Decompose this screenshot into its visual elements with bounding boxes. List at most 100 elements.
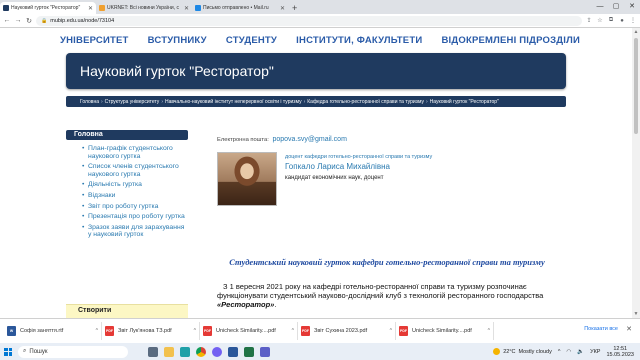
page-title: Науковий гурток "Ресторатор" bbox=[80, 63, 274, 79]
sidebar-item-members[interactable]: Список членів студентського наукового гу… bbox=[82, 163, 188, 178]
breadcrumb-separator: › bbox=[425, 98, 428, 105]
teams-icon[interactable] bbox=[260, 346, 270, 357]
nav-link-applicant[interactable]: ВСТУПНИКУ bbox=[148, 35, 207, 46]
minimize-button[interactable]: — bbox=[592, 0, 608, 12]
tab-title: Письмо отправлено • Mail.ru bbox=[203, 5, 269, 11]
page-scrollbar[interactable]: ▲ ▼ bbox=[632, 28, 640, 318]
close-window-button[interactable]: ✕ bbox=[624, 0, 640, 12]
tray-chevron-icon[interactable]: ^ bbox=[558, 349, 561, 355]
club-heading: Студентський науковий гурток кафедри гот… bbox=[229, 257, 545, 267]
email-line: Електронна пошта: popova.svy@gmail.com bbox=[217, 136, 557, 143]
url-bar[interactable]: 🔒 mubip.edu.ua/node/73104 bbox=[36, 15, 582, 26]
chrome-browser-icon[interactable] bbox=[196, 346, 206, 357]
back-arrow-icon[interactable]: ← bbox=[3, 17, 11, 24]
tab-close-icon[interactable]: ✕ bbox=[184, 5, 189, 12]
word-icon[interactable] bbox=[228, 346, 238, 357]
forward-arrow-icon[interactable]: → bbox=[14, 17, 22, 24]
wifi-icon[interactable]: ◠ bbox=[566, 349, 571, 355]
sidebar-item-awards[interactable]: Відзнаки bbox=[82, 192, 188, 200]
chevron-up-icon[interactable]: ^ bbox=[390, 328, 392, 334]
profile-icon[interactable]: ● bbox=[618, 18, 626, 24]
download-item[interactable]: PDF Звіт Сухина 2023.pdf ^ bbox=[298, 322, 396, 340]
taskbar-search-placeholder: Пошук bbox=[29, 348, 48, 355]
reload-icon[interactable]: ↻ bbox=[25, 17, 33, 25]
breadcrumb-separator: › bbox=[161, 98, 163, 105]
sidebar-item-presentation[interactable]: Презентація про роботу гуртка bbox=[82, 213, 188, 221]
download-item[interactable]: PDF Unicheck Similarity....pdf ^ bbox=[200, 322, 298, 340]
chevron-up-icon[interactable]: ^ bbox=[292, 328, 294, 334]
volume-icon[interactable]: 🔈 bbox=[577, 349, 584, 355]
intro-text-end: . bbox=[274, 300, 277, 309]
breadcrumb: Головна › Структура університету › Навча… bbox=[66, 96, 566, 107]
email-label: Електронна пошта: bbox=[217, 137, 269, 143]
download-filename: Звіт Лук'янова ТЗ.pdf bbox=[118, 328, 172, 334]
nav-link-institutes[interactable]: ІНСТИТУТИ, ФАКУЛЬТЕТИ bbox=[296, 35, 422, 46]
downloads-bar: W Софія заняття.rtf ^ PDF Звіт Лук'янова… bbox=[0, 318, 640, 343]
browser-tab[interactable]: Науковий гурток "Ресторатор" ✕ bbox=[0, 2, 96, 14]
chevron-up-icon[interactable]: ^ bbox=[194, 328, 196, 334]
breadcrumb-link[interactable]: Структура університету bbox=[105, 99, 160, 105]
nav-link-student[interactable]: СТУДЕНТУ bbox=[226, 35, 277, 46]
nav-link-branches[interactable]: ВІДОКРЕМЛЕНІ ПІДРОЗДІЛИ bbox=[442, 35, 580, 46]
weather-widget[interactable]: 22°C Mostly cloudy bbox=[493, 348, 552, 355]
breadcrumb-link[interactable]: Навчально-науковий інститут неперервної … bbox=[165, 99, 302, 105]
site-favicon-icon bbox=[3, 5, 9, 11]
new-tab-button[interactable]: + bbox=[288, 2, 301, 14]
taskbar-search[interactable]: ⌕ Пошук bbox=[18, 345, 128, 358]
nav-link-university[interactable]: УНІВЕРСИТЕТ bbox=[60, 35, 129, 46]
download-item[interactable]: PDF Звіт Лук'янова ТЗ.pdf ^ bbox=[102, 322, 200, 340]
breadcrumb-link[interactable]: Головна bbox=[80, 99, 99, 105]
browser-tab[interactable]: UKRNET: Всі новини України, с ✕ bbox=[96, 2, 192, 14]
extensions-icon[interactable]: ⧉ bbox=[607, 17, 615, 24]
start-button[interactable] bbox=[0, 343, 16, 360]
viber-icon[interactable] bbox=[212, 346, 222, 357]
breadcrumb-link[interactable]: Кафедра готельно-ресторанної справи та т… bbox=[307, 99, 424, 105]
task-view-icon[interactable] bbox=[148, 346, 158, 357]
supervisor-name: Гопкало Лариса Михайлівна bbox=[285, 162, 390, 171]
download-item[interactable]: PDF Unicheck Similarity....pdf ^ bbox=[396, 322, 494, 340]
close-downloads-icon[interactable]: ✕ bbox=[626, 325, 632, 333]
clock-date: 15.05.2023 bbox=[606, 351, 634, 358]
browser-tab[interactable]: Письмо отправлено • Mail.ru ✕ bbox=[192, 2, 288, 14]
pdf-file-icon: PDF bbox=[105, 326, 114, 336]
tab-close-icon[interactable]: ✕ bbox=[280, 5, 285, 12]
create-block[interactable]: Створити bbox=[66, 304, 188, 318]
pdf-file-icon: PDF bbox=[203, 326, 212, 336]
sidebar-item-report[interactable]: Звіт про роботу гуртка bbox=[82, 203, 188, 211]
os-taskbar: ⌕ Пошук 22°C Mostly cloudy ^ ◠ 🔈 УКР 12:… bbox=[0, 343, 640, 360]
edge-browser-icon[interactable] bbox=[180, 346, 190, 357]
maximize-button[interactable]: ▢ bbox=[608, 0, 624, 12]
scroll-up-icon[interactable]: ▲ bbox=[632, 28, 640, 36]
share-icon[interactable]: ⇪ bbox=[585, 17, 593, 24]
file-explorer-icon[interactable] bbox=[164, 346, 174, 357]
sidebar-heading[interactable]: Головна bbox=[66, 130, 188, 140]
bookmark-star-icon[interactable]: ☆ bbox=[596, 17, 604, 24]
lock-icon: 🔒 bbox=[41, 17, 48, 24]
menu-kebab-icon[interactable]: ⋮ bbox=[629, 17, 637, 24]
sidebar-item-activity[interactable]: Діяльність гуртка bbox=[82, 181, 188, 189]
sidebar-item-schedule[interactable]: План-графік студентського наукового гурт… bbox=[82, 145, 188, 160]
pdf-file-icon: PDF bbox=[399, 326, 408, 336]
clock[interactable]: 12:51 15.05.2023 bbox=[606, 346, 634, 358]
tab-title: Науковий гурток "Ресторатор" bbox=[11, 5, 81, 11]
language-indicator[interactable]: УКР bbox=[590, 349, 600, 355]
excel-icon[interactable] bbox=[244, 346, 254, 357]
email-link[interactable]: popova.svy@gmail.com bbox=[272, 136, 346, 143]
weather-text: Mostly cloudy bbox=[518, 348, 552, 355]
weather-temp: 22°C bbox=[503, 348, 516, 355]
tab-close-icon[interactable]: ✕ bbox=[88, 5, 93, 12]
sidebar-item-application[interactable]: Зразок заяви для зарахування у науковий … bbox=[82, 224, 188, 239]
address-toolbar: ← → ↻ 🔒 mubip.edu.ua/node/73104 ⇪ ☆ ⧉ ● … bbox=[0, 14, 640, 28]
chevron-up-icon[interactable]: ^ bbox=[488, 328, 490, 334]
download-filename: Unicheck Similarity....pdf bbox=[412, 328, 472, 334]
chevron-up-icon[interactable]: ^ bbox=[96, 328, 98, 334]
show-all-downloads-button[interactable]: Показати все bbox=[584, 326, 618, 332]
sidebar: Головна План-графік студентського науков… bbox=[66, 130, 188, 242]
breadcrumb-separator: › bbox=[303, 98, 306, 105]
supervisor-role: доцент кафедри готельно-ресторанної спра… bbox=[285, 154, 433, 160]
download-item[interactable]: W Софія заняття.rtf ^ bbox=[4, 322, 102, 340]
scroll-down-icon[interactable]: ▼ bbox=[632, 310, 640, 318]
system-tray: 22°C Mostly cloudy ^ ◠ 🔈 УКР 12:51 15.05… bbox=[493, 343, 634, 360]
club-name: «Ресторатор» bbox=[217, 300, 275, 309]
scrollbar-thumb[interactable] bbox=[634, 38, 638, 134]
